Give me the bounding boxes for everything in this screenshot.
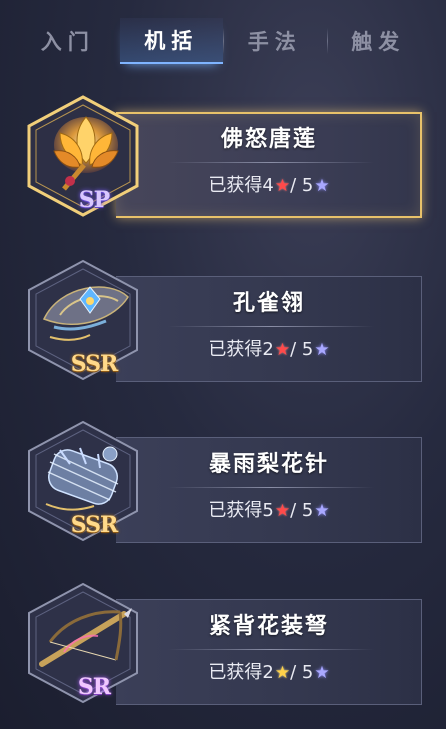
total-count: 5 (301, 339, 314, 360)
tab-mechanism[interactable]: 机括 (119, 18, 223, 64)
total-count: 5 (301, 500, 314, 521)
weapon-card-1[interactable]: SP 佛怒唐莲 已获得4★/ 5★ (20, 93, 422, 219)
divider (168, 649, 374, 650)
rarity-badge: SSR (70, 512, 119, 538)
tab-trigger[interactable]: 触发 (326, 18, 431, 64)
red-star-icon: ★ (274, 501, 291, 521)
divider (168, 487, 374, 488)
weapon-name: 紧背花装弩 (208, 613, 329, 639)
weapon-card-2[interactable]: SSR 孔雀翎 已获得2★/ 5★ (20, 257, 422, 383)
collection-progress: 已获得5★/ 5★ (116, 496, 422, 522)
tab-intro[interactable]: 入门 (16, 18, 120, 64)
red-star-icon: ★ (274, 176, 291, 196)
separator: / (290, 500, 297, 521)
rarity-badge: SP (78, 187, 110, 213)
separator: / (290, 662, 297, 683)
divider (168, 162, 374, 163)
weapon-card-3[interactable]: SSR 暴雨梨花针 已获得5★/ 5★ (20, 418, 422, 544)
weapon-name: 佛怒唐莲 (220, 126, 317, 152)
divider (168, 326, 374, 327)
category-tabs: 入门 机括 手法 触发 (16, 18, 430, 64)
rarity-badge: SR (77, 674, 111, 700)
progress-prefix: 已获得 (208, 339, 263, 360)
separator: / (290, 339, 297, 360)
rarity-badge: SSR (70, 351, 119, 377)
weapon-card-4[interactable]: SR 紧背花装弩 已获得2★/ 5★ (20, 580, 422, 706)
blue-star-icon: ★ (314, 501, 330, 521)
total-count: 5 (301, 662, 314, 683)
progress-prefix: 已获得 (208, 500, 263, 521)
obtained-count: 2 (262, 339, 274, 360)
progress-prefix: 已获得 (208, 662, 263, 683)
blue-star-icon: ★ (314, 663, 330, 683)
collection-progress: 已获得2★/ 5★ (116, 335, 422, 361)
obtained-count: 4 (262, 175, 274, 196)
blue-star-icon: ★ (314, 340, 330, 360)
gold-star-icon: ★ (274, 663, 291, 683)
obtained-count: 5 (262, 500, 274, 521)
separator: / (290, 175, 297, 196)
weapon-name: 暴雨梨花针 (208, 451, 329, 477)
tab-technique[interactable]: 手法 (223, 18, 327, 64)
obtained-count: 2 (262, 662, 274, 683)
progress-prefix: 已获得 (208, 175, 263, 196)
collection-progress: 已获得4★/ 5★ (116, 171, 422, 197)
collection-progress: 已获得2★/ 5★ (116, 658, 422, 684)
blue-star-icon: ★ (314, 176, 330, 196)
red-star-icon: ★ (274, 340, 291, 360)
total-count: 5 (301, 175, 314, 196)
weapon-name: 孔雀翎 (232, 290, 305, 316)
